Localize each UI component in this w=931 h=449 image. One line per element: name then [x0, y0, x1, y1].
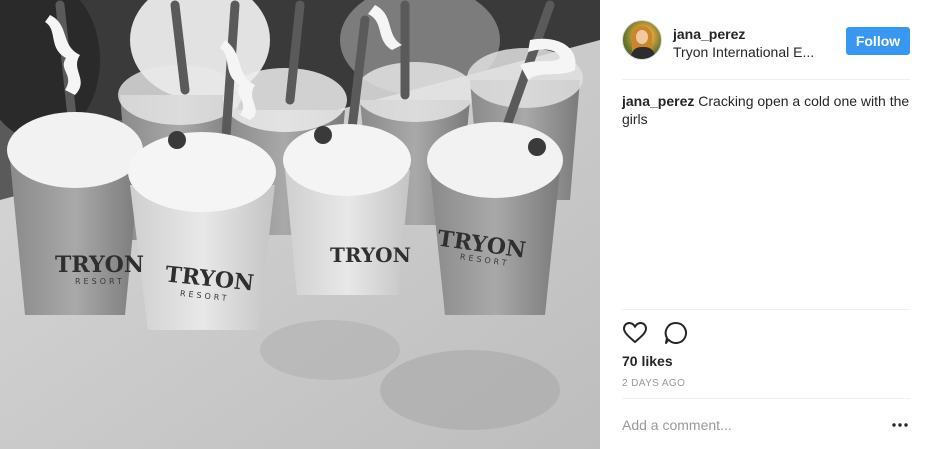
- heart-icon[interactable]: [622, 320, 648, 346]
- post-header: jana_perez Tryon International E... Foll…: [622, 20, 910, 80]
- comment-divider: [622, 398, 910, 399]
- avatar-body: [631, 47, 655, 59]
- cup-sub-1: RESORT: [75, 277, 125, 286]
- more-options-icon[interactable]: [890, 416, 910, 434]
- comment-input[interactable]: [622, 414, 872, 436]
- avatar[interactable]: [622, 20, 662, 60]
- avatar-face: [636, 30, 648, 44]
- location-link[interactable]: Tryon International E...: [673, 44, 833, 60]
- photo-illustration: TRYON TRYON TRYON TRYON RESORT RESORT RE…: [0, 0, 600, 449]
- post-sidebar: jana_perez Tryon International E... Foll…: [600, 0, 931, 449]
- username-link[interactable]: jana_perez: [673, 26, 745, 42]
- follow-button[interactable]: Follow: [846, 27, 910, 55]
- actions-divider: [622, 309, 910, 310]
- caption-username-link[interactable]: jana_perez: [622, 93, 694, 109]
- comment-bubble-icon[interactable]: [663, 320, 689, 346]
- cup-logo-3: TRYON: [330, 243, 411, 267]
- post-date[interactable]: 2 DAYS AGO: [622, 378, 685, 389]
- cup-logo-1: TRYON: [55, 252, 144, 278]
- post-photo[interactable]: TRYON TRYON TRYON TRYON RESORT RESORT RE…: [0, 0, 600, 449]
- post-caption: jana_perez Cracking open a cold one with…: [622, 92, 910, 128]
- likes-count[interactable]: 70 likes: [622, 353, 673, 369]
